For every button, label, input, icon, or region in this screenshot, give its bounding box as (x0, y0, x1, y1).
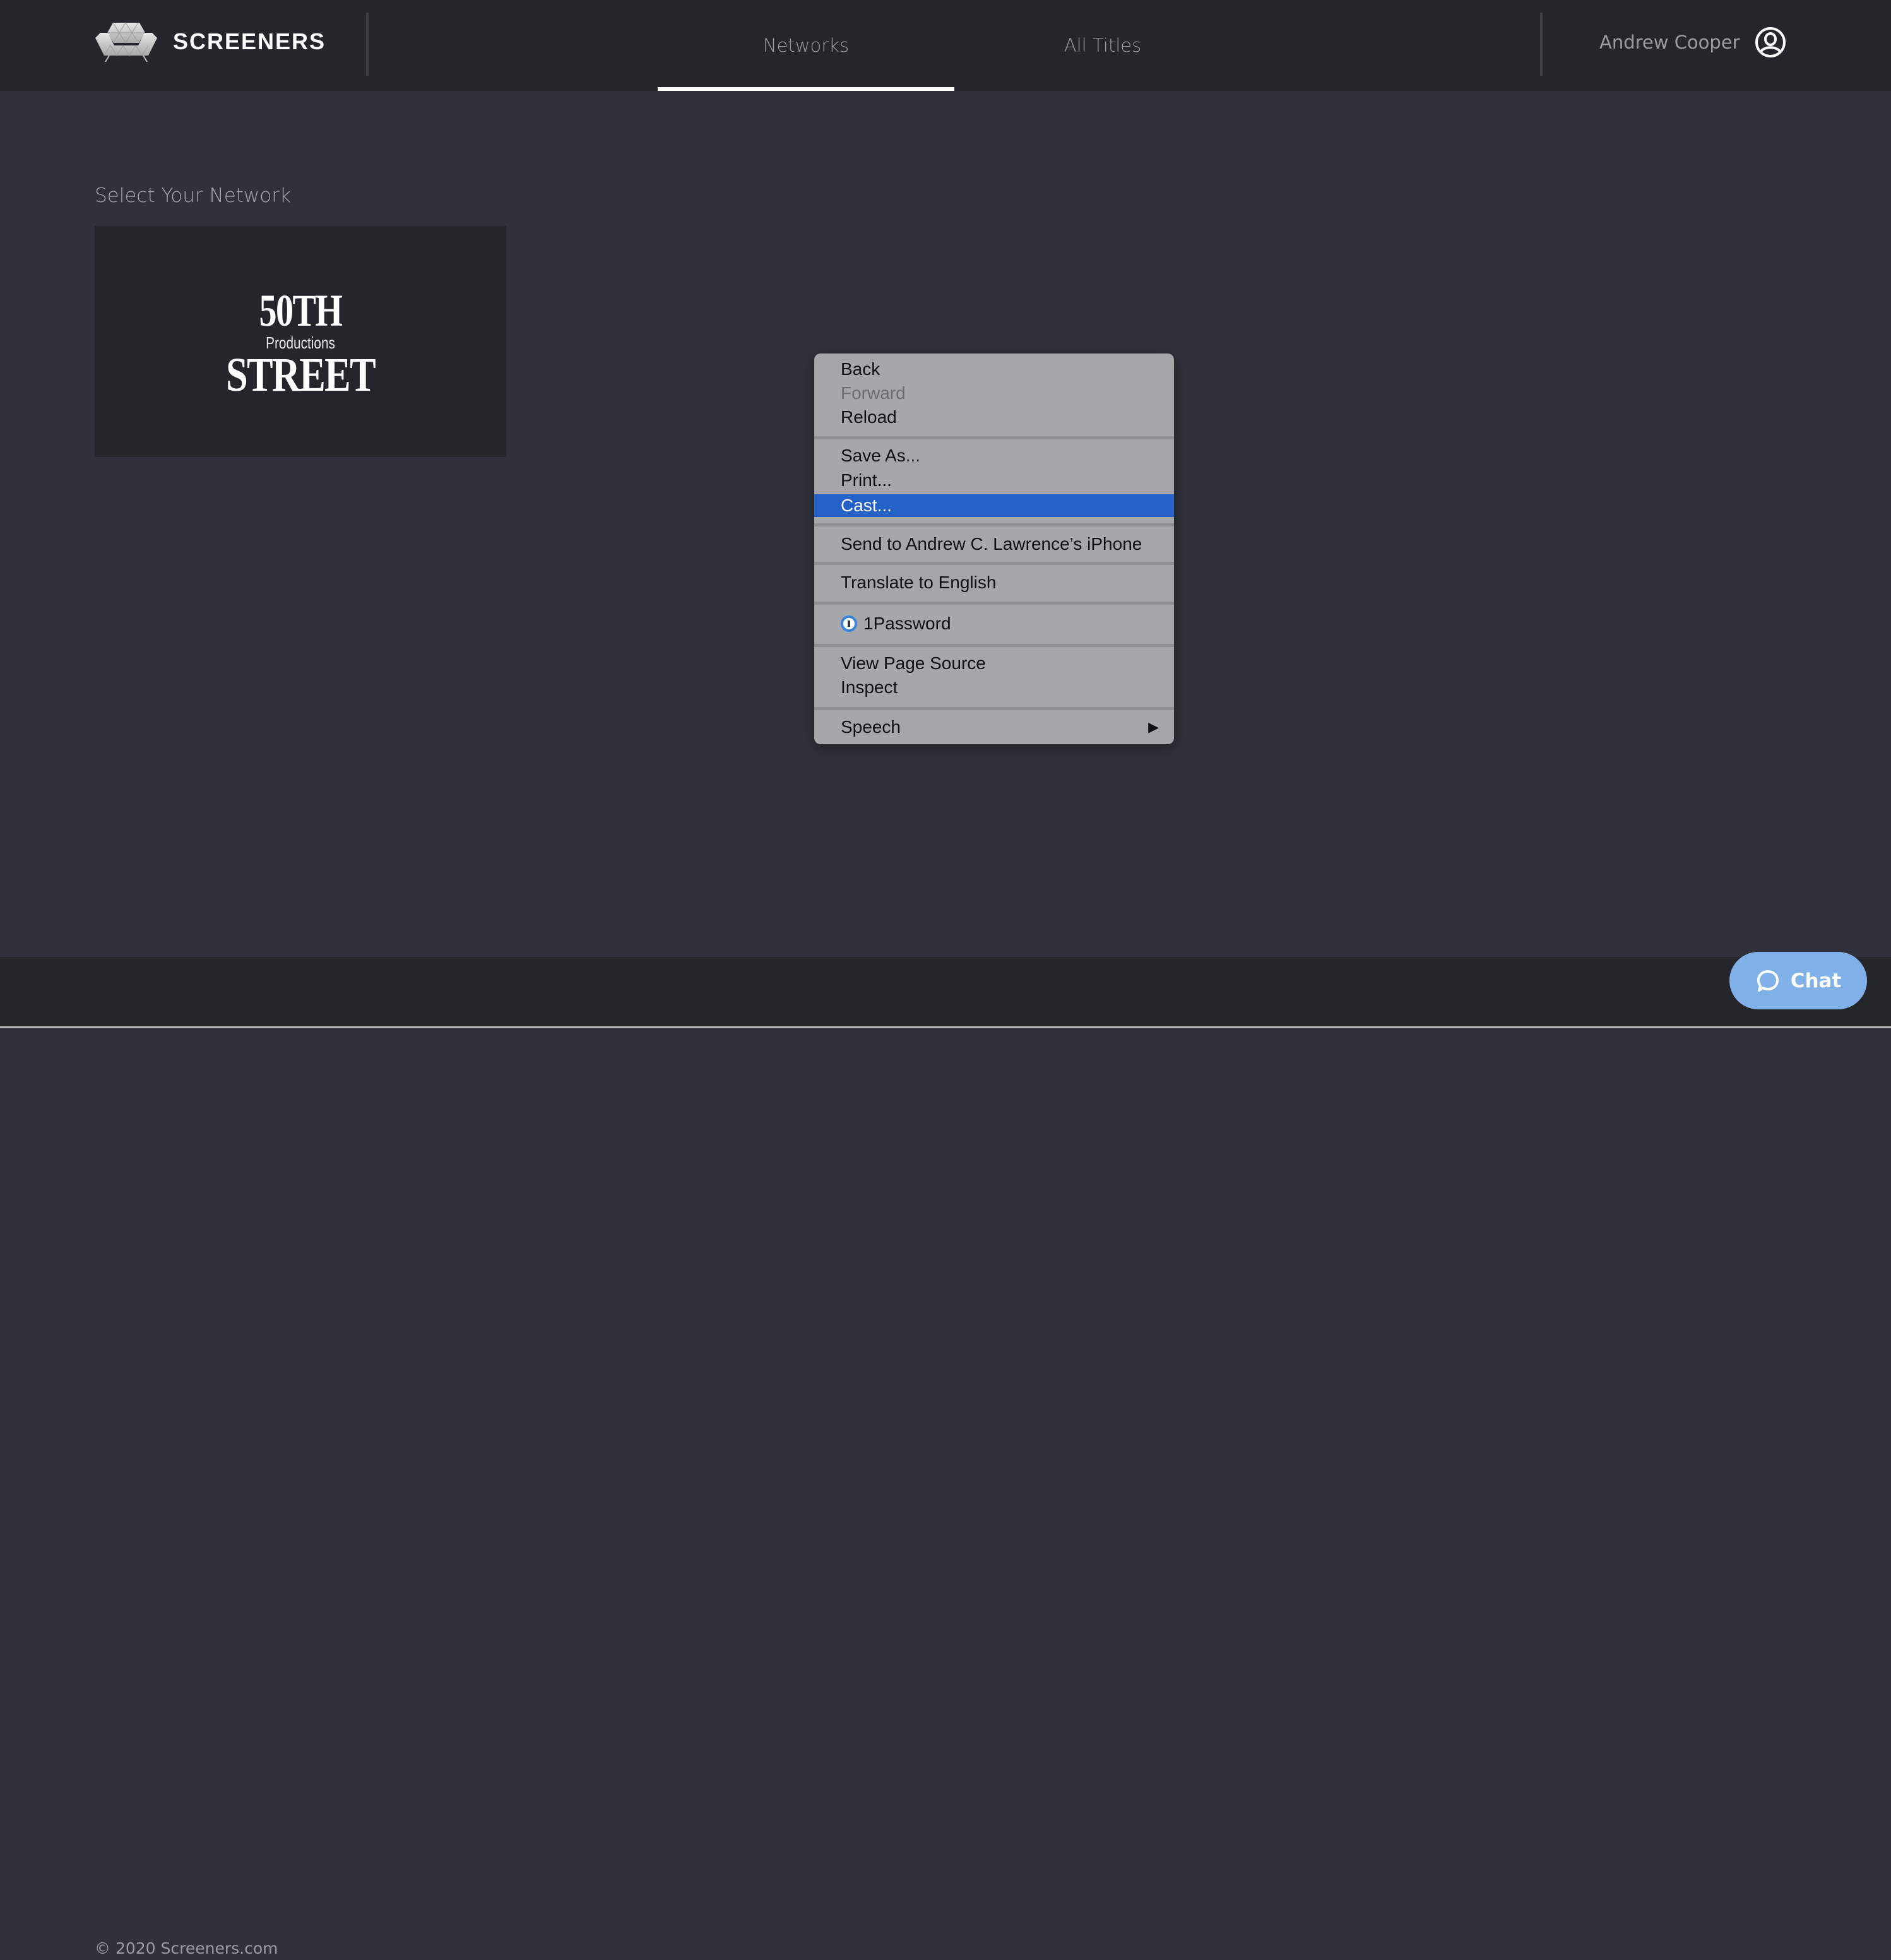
menu-item-translate[interactable]: Translate to English (814, 571, 1174, 594)
menu-item-cast[interactable]: Cast... (814, 494, 1174, 517)
network-logo-line1: 50TH (259, 285, 343, 336)
menu-separator (814, 707, 1174, 710)
sofa-logo-icon[interactable] (95, 21, 157, 62)
tab-all-titles-label: All Titles (1064, 35, 1142, 56)
menu-item-speech-label: Speech (841, 717, 901, 737)
menu-item-speech[interactable]: Speech ▶ (814, 716, 1174, 739)
menu-item-1password-label: 1Password (863, 614, 951, 633)
network-logo-line3: STREET (225, 348, 376, 401)
menu-item-print[interactable]: Print... (814, 469, 1174, 492)
menu-item-1password[interactable]: 1Password (814, 612, 1174, 635)
brand-name[interactable]: SCREENERS (173, 28, 326, 56)
network-card-50th-street[interactable]: 50TH Productions STREET (95, 226, 506, 457)
user-circle-icon[interactable] (1755, 27, 1786, 58)
menu-item-reload[interactable]: Reload (814, 406, 1174, 429)
menu-item-save-as[interactable]: Save As... (814, 444, 1174, 467)
chat-button[interactable]: Chat (1729, 952, 1867, 1009)
header-divider-right (1540, 13, 1543, 76)
menu-item-forward: Forward (841, 383, 906, 403)
submenu-arrow-icon: ▶ (1148, 719, 1159, 735)
section-title: Select Your Network (95, 184, 291, 207)
chat-label: Chat (1790, 969, 1842, 992)
menu-item-view-page-source[interactable]: View Page Source (814, 652, 1174, 675)
menu-item-back[interactable]: Back (814, 358, 1174, 381)
header-divider-left (366, 13, 369, 76)
menu-item-send-to-iphone[interactable]: Send to Andrew C. Lawrence’s iPhone (814, 533, 1174, 555)
top-header: SCREENERS Networks All Titles Andrew Coo… (0, 0, 1891, 91)
chat-bubble-icon (1757, 970, 1779, 992)
menu-item-inspect[interactable]: Inspect (814, 676, 1174, 699)
active-tab-indicator (658, 87, 954, 91)
copyright-text: © 2020 Screeners.com (95, 1939, 278, 1957)
tab-networks-label: Networks (762, 35, 850, 56)
menu-separator (814, 602, 1174, 605)
menu-separator (814, 644, 1174, 647)
menu-separator (814, 523, 1174, 526)
tab-networks[interactable]: Networks (658, 0, 954, 91)
user-name[interactable]: Andrew Cooper (1599, 28, 1740, 56)
menu-separator (814, 436, 1174, 439)
1password-icon (841, 615, 857, 632)
context-menu: Back Forward Reload Save As... Print... … (814, 353, 1174, 744)
menu-separator (814, 562, 1174, 565)
tab-all-titles[interactable]: All Titles (954, 0, 1251, 91)
footer: © 2020 Screeners.com (0, 957, 1891, 1957)
